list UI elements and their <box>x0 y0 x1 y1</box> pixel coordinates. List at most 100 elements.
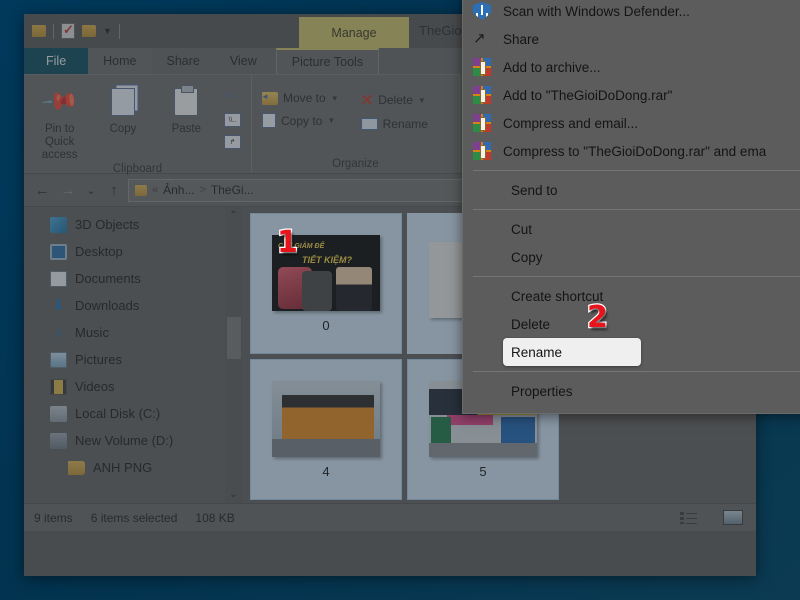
sidebar-item-videos[interactable]: Videos <box>24 373 242 400</box>
menu-item-cut[interactable]: Cut <box>463 215 800 243</box>
move-to-icon <box>261 91 278 105</box>
menu-item-compress-and-email[interactable]: Compress and email... <box>463 109 800 137</box>
file-thumbnail <box>272 380 380 457</box>
sidebar-item-desktop[interactable]: Desktop <box>24 238 242 265</box>
menu-item-rename[interactable]: Rename <box>503 338 641 366</box>
menu-item-properties[interactable]: Properties <box>463 377 800 405</box>
sidebar-item-label: Local Disk (C:) <box>75 406 161 421</box>
folder-icon <box>68 460 85 475</box>
sidebar-item-label: Downloads <box>75 298 140 313</box>
recent-locations-icon[interactable]: ⌄ <box>82 178 100 202</box>
menu-item-scan-defender[interactable]: Scan with Windows Defender... <box>463 0 800 25</box>
copy-icon <box>110 88 135 116</box>
context-menu[interactable]: Scan with Windows Defender... ↗ Share Ad… <box>462 0 800 414</box>
tab-view[interactable]: View <box>215 48 272 74</box>
paste-icon <box>174 85 199 116</box>
file-item-4[interactable]: 4 <box>250 359 402 500</box>
properties-icon[interactable] <box>61 22 75 39</box>
folder-icon[interactable] <box>32 25 46 37</box>
item-count: 9 items <box>34 510 73 525</box>
delete-x-icon: ✕ <box>360 92 374 109</box>
forward-arrow-icon[interactable]: → <box>56 178 80 202</box>
sidebar-item-downloads[interactable]: ⬇ Downloads <box>24 292 242 319</box>
sidebar-item-label: Documents <box>75 271 141 286</box>
window-title: TheGio <box>419 23 462 38</box>
menu-separator <box>473 209 800 210</box>
move-to-button[interactable]: Move to ▼ <box>258 89 343 107</box>
menu-item-label: Share <box>503 31 540 47</box>
menu-item-share[interactable]: ↗ Share <box>463 25 800 53</box>
sidebar-item-anh-png[interactable]: ANH PNG <box>24 454 242 481</box>
sidebar-item-documents[interactable]: Documents <box>24 265 242 292</box>
chevron-up-icon[interactable]: ⌃ <box>229 210 237 221</box>
copy-to-icon <box>262 113 276 128</box>
tab-share[interactable]: Share <box>152 48 215 74</box>
manage-contextual-tab[interactable]: Manage <box>299 17 409 48</box>
selection-count: 6 items selected <box>90 510 178 525</box>
menu-item-label: Add to "TheGioiDoDong.rar" <box>503 87 673 103</box>
tab-file[interactable]: File <box>24 48 89 74</box>
menu-item-copy[interactable]: Copy <box>463 243 800 271</box>
rename-icon <box>360 118 378 130</box>
details-view-icon[interactable] <box>676 508 702 528</box>
back-arrow-icon[interactable]: ← <box>30 178 54 202</box>
copy-to-button[interactable]: Copy to ▼ <box>258 111 343 130</box>
thumb-text-line2: TIẾT KIỆM? <box>302 254 352 265</box>
paste-label: Paste <box>171 123 202 135</box>
copy-path-button[interactable]: \\.. <box>220 111 245 129</box>
menu-item-label: Rename <box>511 344 563 360</box>
menu-item-create-shortcut[interactable]: Create shortcut <box>463 282 800 310</box>
menu-item-add-to-rar[interactable]: Add to "TheGioiDoDong.rar" <box>463 81 800 109</box>
folder-icon <box>135 184 147 196</box>
menu-item-label: Delete <box>511 316 551 332</box>
pin-icon: 📌 <box>39 81 80 122</box>
chevron-down-icon[interactable]: ⌄ <box>229 489 237 500</box>
tab-share-label: Share <box>166 54 200 68</box>
sidebar-item-label: ANH PNG <box>93 460 153 475</box>
sidebar-item-pictures[interactable]: Pictures <box>24 346 242 373</box>
desktop-icon <box>50 243 67 260</box>
breadcrumb-item-1[interactable]: TheGi... <box>211 183 254 197</box>
cut-button[interactable]: ✂ <box>220 85 245 107</box>
sidebar-item-music[interactable]: ♪ Music <box>24 319 242 346</box>
building-graphic <box>282 394 374 439</box>
scrollbar-thumb[interactable] <box>227 317 241 359</box>
copy-label: Copy <box>109 123 137 135</box>
up-arrow-icon[interactable]: ↑ <box>102 178 126 202</box>
menu-separator <box>473 276 800 277</box>
customize-dropdown-icon[interactable]: ▼ <box>103 26 112 36</box>
sidebar-item-local-disk[interactable]: Local Disk (C:) <box>24 400 242 427</box>
menu-item-add-to-archive[interactable]: Add to archive... <box>463 53 800 81</box>
file-item-0[interactable]: CẮT GIẢM ĐỂ TIẾT KIỆM? 0 <box>250 213 402 354</box>
pin-to-quick-access-button[interactable]: 📌 Pin to Quick access <box>30 79 89 163</box>
paste-button[interactable]: Paste <box>157 79 216 136</box>
delete-button[interactable]: ✕ Delete ▼ <box>357 89 432 111</box>
file-name: 0 <box>322 317 330 333</box>
menu-item-delete[interactable]: Delete <box>463 310 800 338</box>
menu-separator <box>473 371 800 372</box>
sidebar-item-label: Videos <box>75 379 115 394</box>
pink-banner-graphic <box>447 414 493 425</box>
rename-button[interactable]: Rename <box>357 115 432 133</box>
navigation-pane: 3D Objects Desktop Documents ⬇ Downloads… <box>24 207 242 503</box>
breadcrumb-chevrons: « <box>152 184 159 196</box>
winrar-icon <box>473 58 491 76</box>
copy-button[interactable]: Copy <box>93 79 152 136</box>
menu-item-compress-to-rar-and-email[interactable]: Compress to "TheGioiDoDong.rar" and ema <box>463 137 800 165</box>
paste-shortcut-button[interactable]: ↱ <box>220 133 245 151</box>
breadcrumb-item-0[interactable]: Ảnh... <box>163 183 194 197</box>
sidebar-item-3d-objects[interactable]: 3D Objects <box>24 211 242 238</box>
new-folder-icon[interactable] <box>82 25 96 37</box>
move-to-label: Move to <box>283 91 326 105</box>
menu-item-label: Scan with Windows Defender... <box>503 3 690 19</box>
tab-home[interactable]: Home <box>88 48 152 74</box>
toolbar-divider <box>53 23 54 39</box>
menu-separator <box>473 170 800 171</box>
menu-item-label: Cut <box>511 221 533 237</box>
sidebar-item-new-volume[interactable]: New Volume (D:) <box>24 427 242 454</box>
winrar-icon <box>473 86 491 104</box>
copy-path-icon: \\.. <box>223 113 241 127</box>
menu-item-send-to[interactable]: Send to <box>463 176 800 204</box>
large-icons-view-icon[interactable] <box>720 508 746 528</box>
tab-picture-tools[interactable]: Picture Tools <box>275 48 380 74</box>
